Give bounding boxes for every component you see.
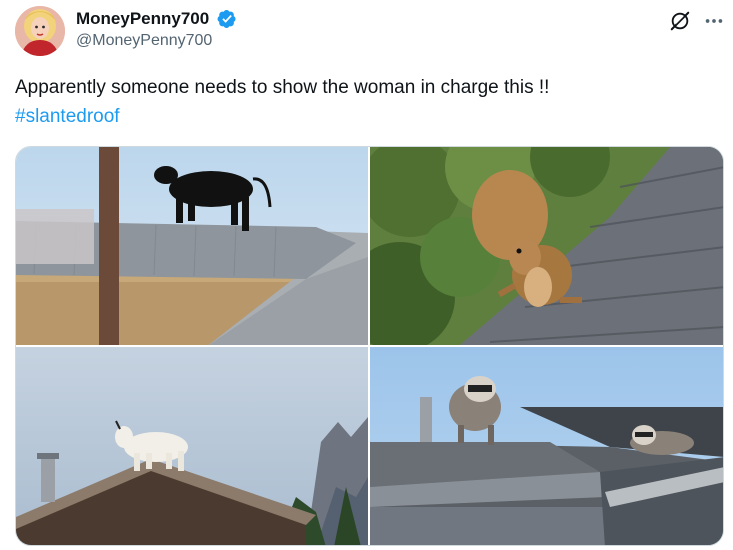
- photo-squirrel-on-roof[interactable]: [370, 147, 723, 345]
- display-name[interactable]: MoneyPenny700: [76, 8, 209, 30]
- avatar[interactable]: [15, 6, 65, 56]
- more-options-icon[interactable]: [703, 10, 725, 32]
- photo-cow-on-roof[interactable]: [16, 147, 368, 345]
- post-text: Apparently someone needs to show the wom…: [15, 73, 715, 131]
- grok-icon[interactable]: [669, 10, 691, 32]
- photo-goat-on-roof[interactable]: [16, 347, 368, 545]
- author-info: MoneyPenny700 @MoneyPenny700: [76, 8, 237, 52]
- hashtag-link[interactable]: #slantedroof: [15, 102, 715, 131]
- handle[interactable]: @MoneyPenny700: [76, 30, 237, 52]
- post-header: MoneyPenny700 @MoneyPenny700: [15, 4, 725, 60]
- photo-raccoons-on-roof[interactable]: [370, 347, 723, 545]
- media-grid: [15, 146, 724, 546]
- verified-badge-icon: [217, 10, 236, 28]
- post-body: Apparently someone needs to show the wom…: [15, 77, 550, 98]
- post-actions-top: [669, 10, 725, 32]
